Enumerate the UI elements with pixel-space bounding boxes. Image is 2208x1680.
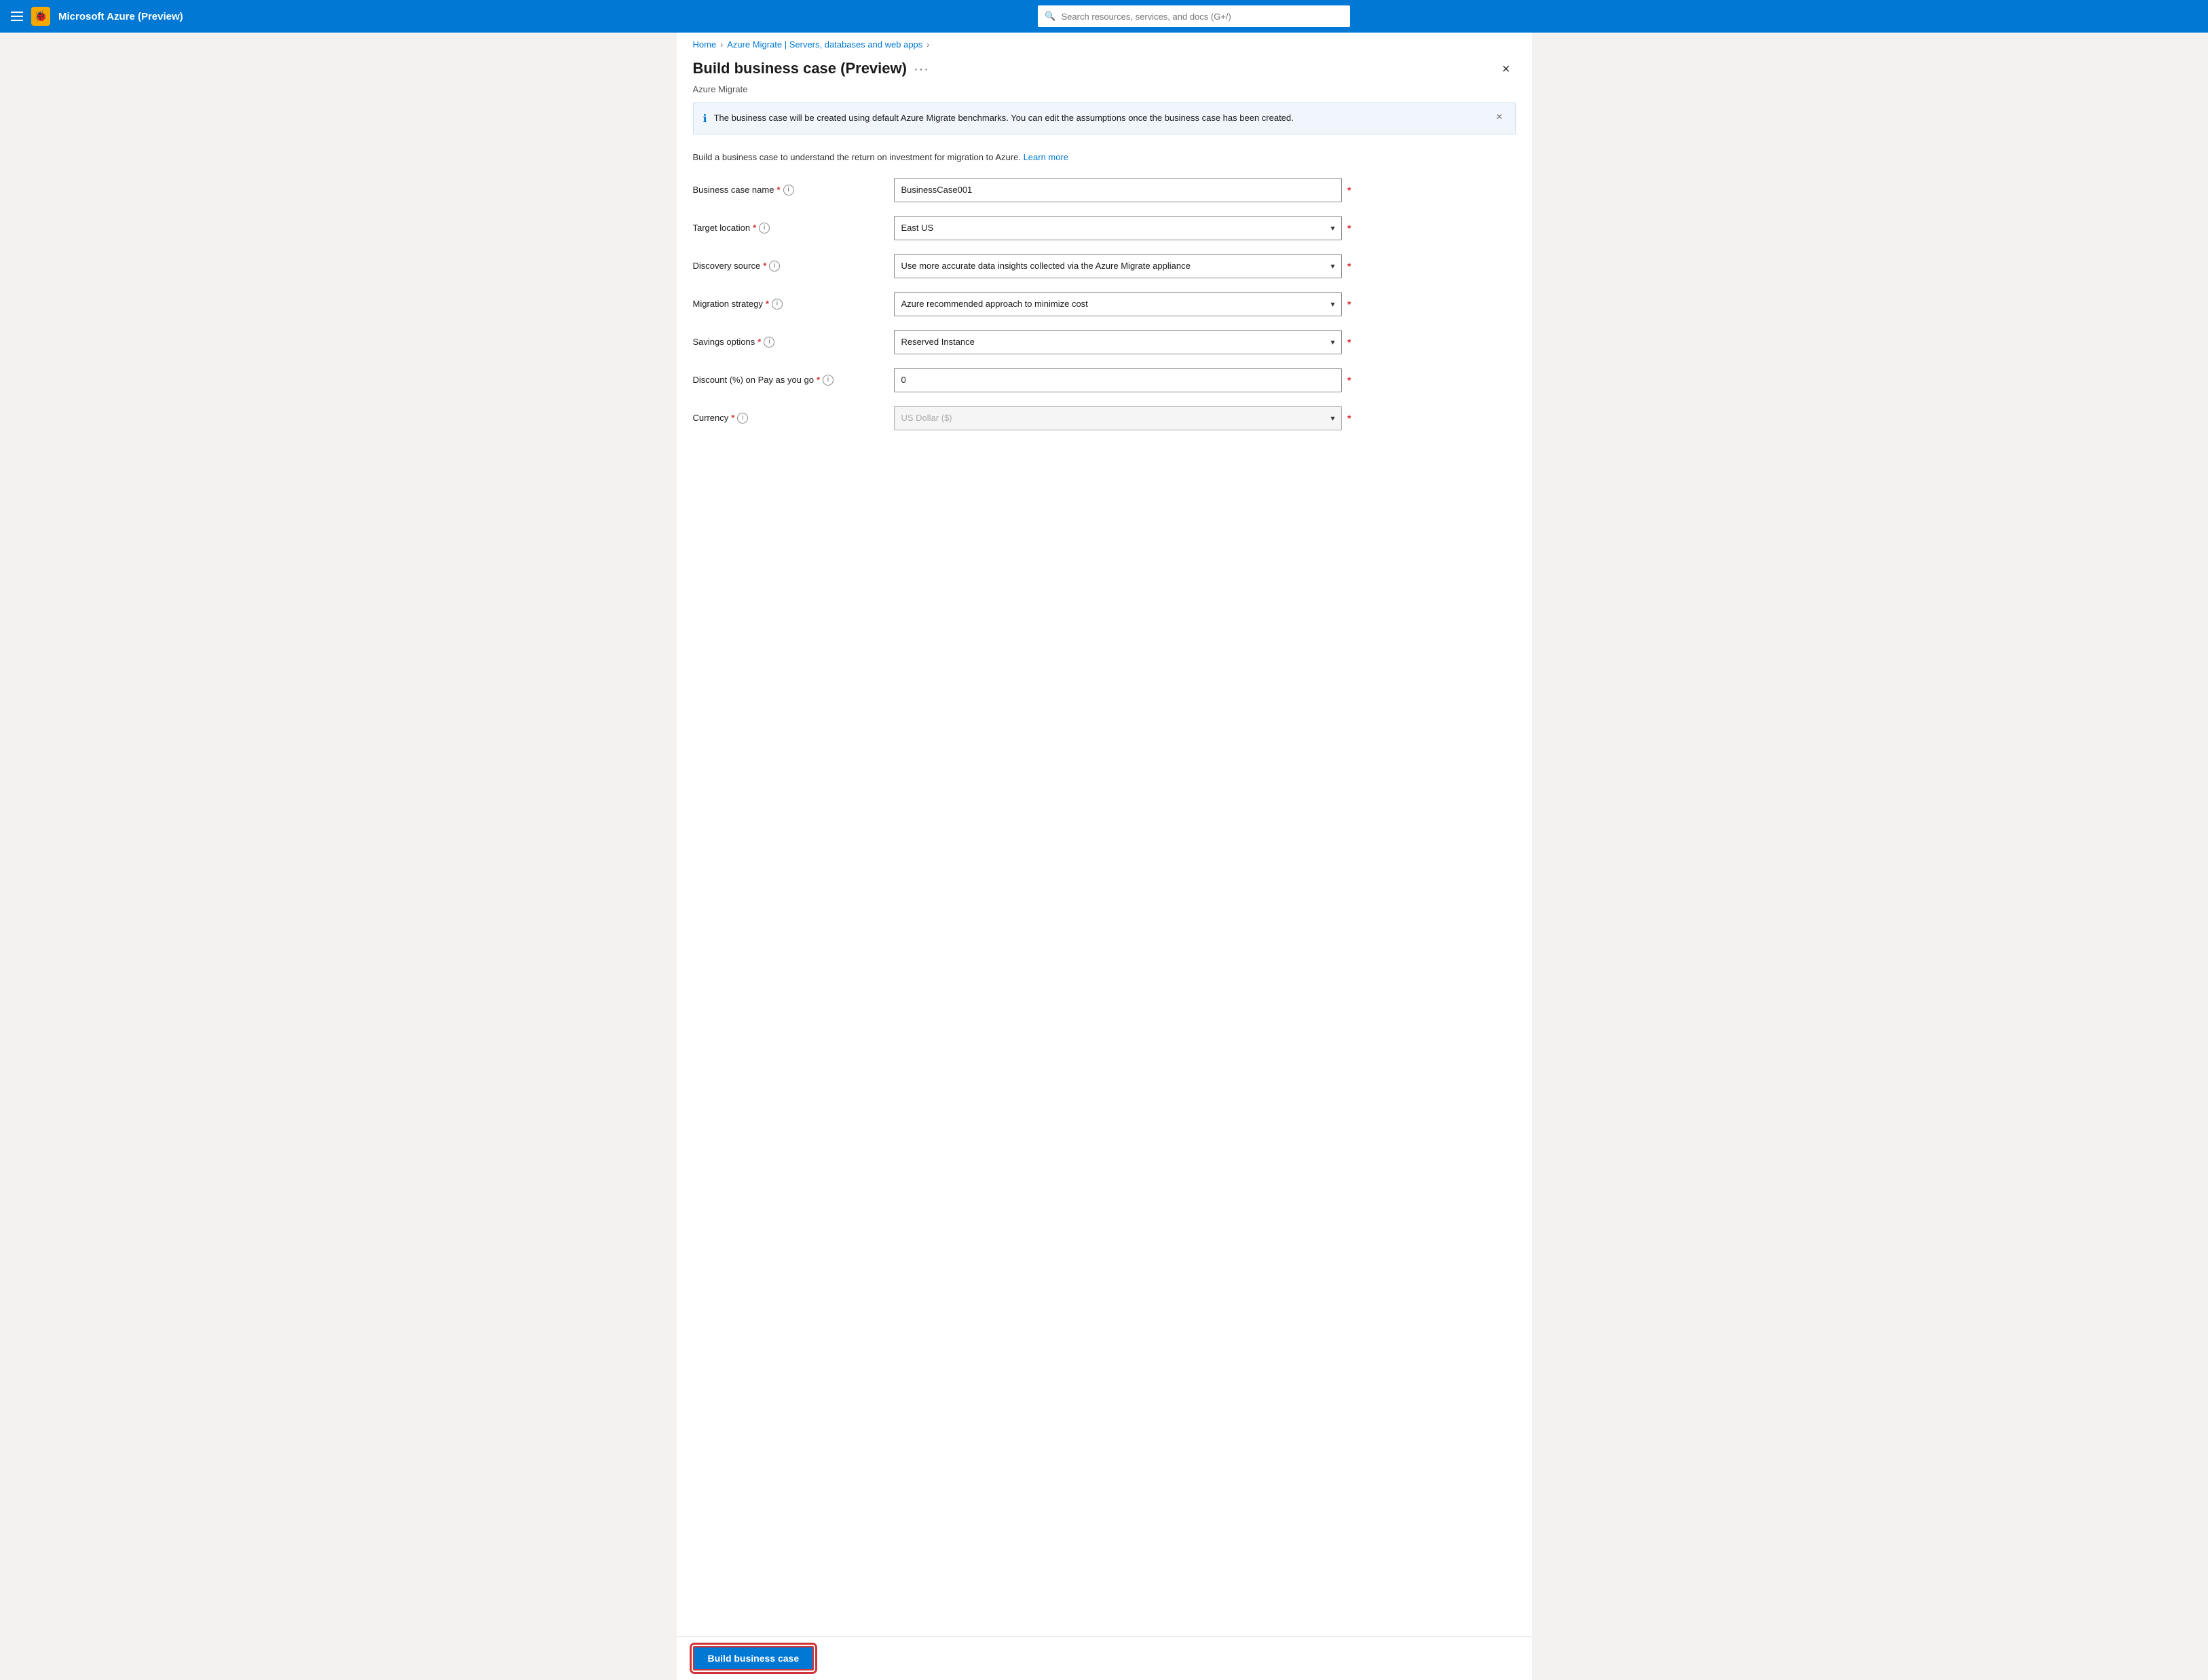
info-circle-name[interactable]: i: [783, 185, 794, 195]
info-icon: ℹ: [703, 112, 707, 126]
label-business-case-name: Business case name * i: [693, 185, 883, 195]
info-circle-discovery[interactable]: i: [769, 261, 780, 272]
label-savings-options: Savings options * i: [693, 337, 883, 348]
panel-footer: Build business case: [677, 1636, 1532, 1680]
panel-header: Build business case (Preview) ··· ×: [677, 54, 1532, 83]
required-marker-discovery: *: [1347, 261, 1351, 272]
search-input[interactable]: [1062, 12, 1344, 22]
breadcrumb-sep-1: ›: [720, 40, 723, 50]
input-wrapper-name: *: [894, 178, 1342, 202]
required-marker-name: *: [1347, 185, 1351, 195]
label-currency: Currency * i: [693, 413, 883, 424]
required-star-savings: *: [757, 337, 761, 347]
learn-more-link[interactable]: Learn more: [1024, 152, 1068, 162]
main-panel: Home › Azure Migrate | Servers, database…: [677, 33, 1532, 1680]
field-discount: Discount (%) on Pay as you go * i *: [693, 368, 1516, 392]
intro-text: Build a business case to understand the …: [677, 148, 1532, 178]
label-discovery-source: Discovery source * i: [693, 261, 883, 272]
business-case-name-input[interactable]: [894, 178, 1342, 202]
info-circle-savings[interactable]: i: [764, 337, 774, 348]
field-savings-options: Savings options * i Reserved Instance Az…: [693, 330, 1516, 354]
search-icon: 🔍: [1045, 11, 1055, 22]
breadcrumb-sep-2: ›: [927, 40, 929, 50]
discount-input[interactable]: [894, 368, 1342, 392]
more-options-button[interactable]: ···: [914, 62, 929, 77]
form-section: Business case name * i * Target location…: [677, 178, 1532, 430]
field-discovery-source: Discovery source * i Use more accurate d…: [693, 254, 1516, 278]
target-location-select[interactable]: East US West US West US 2 Central US Nor…: [894, 216, 1342, 240]
breadcrumb-home[interactable]: Home: [693, 39, 717, 50]
select-wrapper-discovery: Use more accurate data insights collecte…: [894, 254, 1342, 278]
required-marker-currency: *: [1347, 413, 1351, 424]
select-wrapper-location: East US West US West US 2 Central US Nor…: [894, 216, 1342, 240]
panel-subtitle: Azure Migrate: [677, 83, 1532, 102]
info-circle-strategy[interactable]: i: [772, 299, 783, 310]
panel-title-area: Build business case (Preview) ···: [693, 59, 929, 77]
field-currency: Currency * i US Dollar ($) Euro (€) Brit…: [693, 406, 1516, 430]
global-search[interactable]: 🔍: [1038, 5, 1350, 27]
label-migration-strategy: Migration strategy * i: [693, 299, 883, 310]
field-business-case-name: Business case name * i *: [693, 178, 1516, 202]
breadcrumb-parent[interactable]: Azure Migrate | Servers, databases and w…: [727, 39, 922, 50]
panel-title: Build business case (Preview): [693, 60, 907, 77]
required-star-strategy: *: [766, 299, 769, 309]
field-target-location: Target location * i East US West US West…: [693, 216, 1516, 240]
hamburger-menu[interactable]: [11, 12, 23, 21]
bug-icon: 🐞: [31, 7, 50, 26]
savings-options-select[interactable]: Reserved Instance Azure Savings Plan Non…: [894, 330, 1342, 354]
app-title: Microsoft Azure (Preview): [58, 11, 183, 22]
required-marker-savings: *: [1347, 337, 1351, 348]
info-circle-currency[interactable]: i: [737, 413, 748, 424]
info-circle-location[interactable]: i: [759, 223, 770, 234]
discovery-source-select[interactable]: Use more accurate data insights collecte…: [894, 254, 1342, 278]
required-marker-discount: *: [1347, 375, 1351, 386]
build-business-case-button[interactable]: Build business case: [693, 1646, 815, 1670]
select-wrapper-strategy: Azure recommended approach to minimize c…: [894, 292, 1342, 316]
top-navigation: 🐞 Microsoft Azure (Preview) 🔍: [0, 0, 2208, 33]
field-migration-strategy: Migration strategy * i Azure recommended…: [693, 292, 1516, 316]
required-star-name: *: [776, 185, 780, 195]
info-banner-text: The business case will be created using …: [714, 111, 1487, 125]
breadcrumb: Home › Azure Migrate | Servers, database…: [677, 33, 1532, 54]
required-star-discount: *: [817, 375, 820, 385]
input-wrapper-discount: *: [894, 368, 1342, 392]
required-star-discovery: *: [763, 261, 766, 271]
required-marker-strategy: *: [1347, 299, 1351, 310]
close-button[interactable]: ×: [1497, 59, 1516, 80]
info-banner: ℹ The business case will be created usin…: [693, 102, 1516, 134]
info-circle-discount[interactable]: i: [823, 375, 834, 386]
select-wrapper-currency: US Dollar ($) Euro (€) British Pound (£)…: [894, 406, 1342, 430]
label-discount: Discount (%) on Pay as you go * i: [693, 375, 883, 386]
migration-strategy-select[interactable]: Azure recommended approach to minimize c…: [894, 292, 1342, 316]
info-banner-close[interactable]: ×: [1493, 111, 1505, 124]
currency-select[interactable]: US Dollar ($) Euro (€) British Pound (£): [894, 406, 1342, 430]
required-marker-location: *: [1347, 223, 1351, 234]
required-star-currency: *: [731, 413, 734, 423]
label-target-location: Target location * i: [693, 223, 883, 234]
select-wrapper-savings: Reserved Instance Azure Savings Plan Non…: [894, 330, 1342, 354]
required-star-location: *: [753, 223, 756, 233]
